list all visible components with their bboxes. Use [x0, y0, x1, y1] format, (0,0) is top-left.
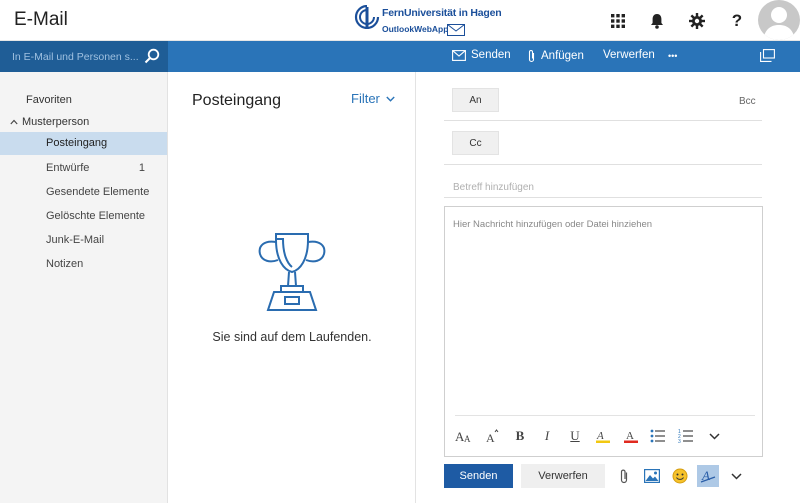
- filter-button[interactable]: Filter: [351, 91, 395, 106]
- popout-icon[interactable]: [760, 49, 775, 62]
- cc-button[interactable]: Cc: [452, 131, 499, 155]
- university-logo-mark: [354, 5, 380, 29]
- folder-label: Gesendete Elemente: [46, 186, 150, 198]
- message-body-editor[interactable]: Hier Nachricht hinzufügen oder Datei hin…: [444, 206, 763, 457]
- italic-icon[interactable]: I: [536, 425, 558, 447]
- list-title: Posteingang: [192, 92, 281, 109]
- app-title: E-Mail: [14, 9, 68, 30]
- more-options-label: •••: [668, 51, 678, 61]
- attach-command-label: Anfügen: [541, 50, 584, 62]
- svg-text:A: A: [486, 431, 495, 443]
- paperclip-icon: [527, 49, 536, 63]
- folder-item-junk-email[interactable]: Junk-E-Mail: [0, 229, 167, 252]
- search-input[interactable]: [0, 41, 138, 72]
- account-label: Musterperson: [22, 116, 90, 128]
- folder-item-gesendete-elemente[interactable]: Gesendete Elemente: [0, 181, 167, 204]
- logo-product-text: OutlookWebApp: [382, 24, 449, 34]
- favorites-header[interactable]: Favoriten: [26, 94, 72, 106]
- university-logo: FernUniversität in Hagen OutlookWebApp: [354, 3, 502, 39]
- account-header[interactable]: Musterperson: [10, 116, 89, 128]
- folder-item-geloeschte-elemente[interactable]: Gelöschte Elemente: [0, 205, 167, 228]
- gear-icon[interactable]: [686, 10, 708, 32]
- send-command[interactable]: Senden: [452, 49, 511, 61]
- bullet-list-icon[interactable]: [647, 425, 669, 447]
- folder-label: Gelöschte Elemente: [46, 210, 146, 222]
- empty-inbox-message: Sie sind auf dem Laufenden.: [212, 330, 372, 344]
- attach-command[interactable]: Anfügen: [527, 49, 584, 63]
- to-button[interactable]: An: [452, 88, 499, 112]
- font-color-icon[interactable]: A: [620, 425, 642, 447]
- insert-picture-icon[interactable]: [641, 465, 663, 487]
- send-command-label: Senden: [471, 49, 511, 61]
- numbered-list-icon[interactable]: 123: [675, 425, 697, 447]
- svg-text:A: A: [626, 430, 634, 442]
- discard-button[interactable]: Verwerfen: [521, 464, 605, 488]
- folder-item-entwuerfe[interactable]: Entwürfe 1: [0, 157, 167, 180]
- folder-label: Junk-E-Mail: [46, 234, 105, 246]
- paperclip-icon[interactable]: [613, 465, 635, 487]
- svg-text:A: A: [464, 434, 471, 443]
- chevron-down-icon: [386, 96, 395, 102]
- divider: [444, 120, 762, 121]
- emoji-icon[interactable]: [669, 465, 691, 487]
- underline-icon[interactable]: U: [564, 425, 586, 447]
- bell-icon[interactable]: [646, 10, 668, 32]
- folder-label: Notizen: [46, 258, 84, 270]
- font-size-icon[interactable]: AA: [453, 425, 475, 447]
- divider: [444, 164, 762, 165]
- svg-text:A: A: [596, 430, 604, 442]
- folder-label: Posteingang: [46, 137, 108, 149]
- send-button[interactable]: Senden: [444, 464, 513, 488]
- discard-command-label: Verwerfen: [603, 49, 655, 61]
- discard-command[interactable]: Verwerfen: [603, 49, 655, 61]
- filter-label: Filter: [351, 91, 380, 106]
- more-options-button[interactable]: •••: [668, 51, 677, 61]
- subject-input[interactable]: Betreff hinzufügen: [453, 182, 534, 193]
- body-placeholder: Hier Nachricht hinzufügen oder Datei hin…: [453, 219, 653, 230]
- folder-count-badge: 1: [138, 162, 145, 174]
- command-bar: Senden Anfügen Verwerfen •••: [0, 41, 800, 72]
- chevron-down-icon[interactable]: [725, 465, 747, 487]
- logo-university-text: FernUniversität in Hagen: [382, 7, 502, 19]
- bold-icon[interactable]: B: [509, 425, 531, 447]
- bcc-link[interactable]: Bcc: [739, 96, 756, 107]
- top-header: E-Mail FernUniversität in Hagen OutlookW…: [0, 0, 800, 41]
- chevron-up-icon: [10, 119, 18, 125]
- avatar[interactable]: [758, 0, 800, 40]
- compose-pane: An Bcc Cc Betreff hinzufügen Hier Nachri…: [417, 72, 800, 503]
- chevron-down-icon[interactable]: [703, 425, 725, 447]
- send-icon: [452, 49, 466, 61]
- trophy-icon: [258, 233, 326, 311]
- folder-item-posteingang[interactable]: Posteingang: [0, 132, 167, 155]
- folder-label: Entwürfe: [46, 162, 90, 174]
- folder-item-notizen[interactable]: Notizen: [0, 253, 167, 276]
- envelope-icon: [447, 24, 465, 36]
- folder-pane: Favoriten Musterperson Posteingang Entwü…: [0, 72, 168, 503]
- svg-text:3: 3: [678, 439, 681, 443]
- divider: [444, 197, 762, 198]
- formatting-options-icon[interactable]: A: [697, 465, 719, 487]
- help-icon[interactable]: ?: [726, 10, 748, 32]
- highlight-icon[interactable]: A: [592, 425, 614, 447]
- grow-font-icon[interactable]: A: [481, 425, 503, 447]
- app-launcher-icon[interactable]: [607, 10, 629, 32]
- search-icon[interactable]: [144, 48, 160, 64]
- toolbar-divider: [455, 415, 755, 416]
- search-box: [0, 41, 168, 72]
- message-list-pane: Posteingang Filter Sie sind auf dem Lauf…: [168, 72, 416, 503]
